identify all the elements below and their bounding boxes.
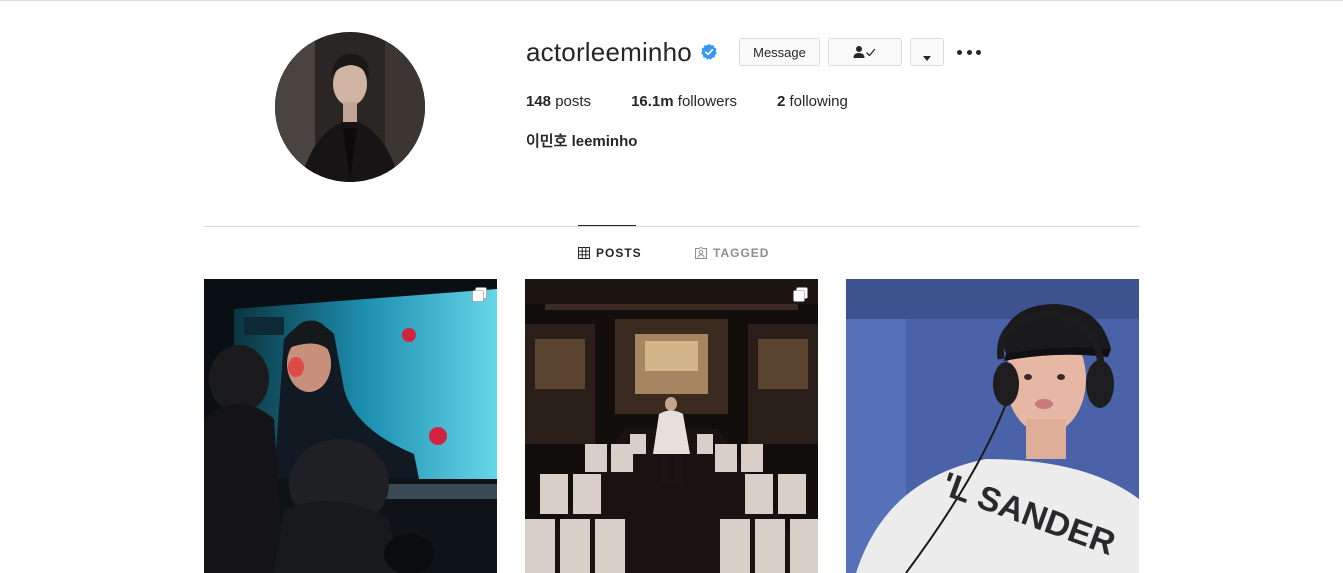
profile-stats: 148 posts 16.1m followers 2 following bbox=[526, 93, 888, 111]
verified-badge-icon bbox=[700, 43, 718, 61]
message-button[interactable]: Message bbox=[739, 38, 820, 66]
avatar-image bbox=[275, 32, 425, 182]
tabs-divider bbox=[204, 226, 1139, 227]
post-image bbox=[525, 279, 818, 573]
posts-label: posts bbox=[555, 93, 592, 110]
posts-count: 148 bbox=[526, 93, 552, 110]
post-image bbox=[204, 279, 497, 573]
post-thumbnail[interactable] bbox=[204, 279, 497, 573]
carousel-icon bbox=[472, 287, 487, 302]
carousel-icon bbox=[793, 287, 808, 302]
username-row: actorleeminho bbox=[526, 38, 718, 66]
more-options-icon[interactable] bbox=[957, 43, 981, 61]
message-button-label: Message bbox=[753, 44, 806, 60]
username: actorleeminho bbox=[526, 37, 692, 67]
following-count: 2 bbox=[776, 93, 786, 110]
tag-person-icon bbox=[695, 247, 707, 259]
post-thumbnail[interactable]: 'L SANDER bbox=[846, 279, 1139, 573]
tab-posts-label: POSTS bbox=[596, 246, 642, 260]
grid-icon bbox=[578, 247, 590, 259]
post-image: 'L SANDER bbox=[846, 279, 1139, 573]
profile-full-name: 이민호 leeminho bbox=[526, 133, 638, 150]
following-stat[interactable]: 2 following bbox=[777, 93, 848, 111]
tab-tagged[interactable]: TAGGED bbox=[695, 246, 769, 260]
top-divider bbox=[0, 0, 1343, 1]
followers-stat[interactable]: 16.1m followers bbox=[631, 93, 737, 111]
caret-down-icon bbox=[923, 49, 931, 61]
following-button[interactable] bbox=[828, 38, 902, 66]
active-tab-indicator bbox=[578, 225, 636, 226]
followers-count: 16.1m bbox=[631, 93, 674, 110]
person-check-icon bbox=[852, 45, 878, 59]
followers-label: followers bbox=[677, 93, 737, 110]
profile-avatar[interactable] bbox=[275, 32, 425, 182]
posts-stat: 148 posts bbox=[526, 93, 591, 111]
post-thumbnail[interactable] bbox=[525, 279, 818, 573]
suggested-dropdown-button[interactable] bbox=[910, 38, 944, 66]
tab-posts[interactable]: POSTS bbox=[578, 246, 642, 260]
following-label: following bbox=[789, 93, 848, 110]
tab-tagged-label: TAGGED bbox=[713, 246, 770, 260]
